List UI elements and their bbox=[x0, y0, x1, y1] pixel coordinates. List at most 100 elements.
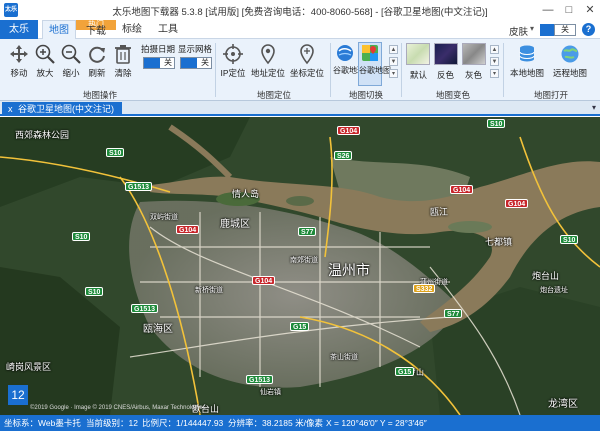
status-level: 当前级别：12 bbox=[86, 418, 138, 428]
road-shield: G104 bbox=[176, 225, 200, 234]
map-label: 温州市 bbox=[328, 262, 370, 278]
group-label-map-open: 地图打开 bbox=[533, 90, 568, 100]
maximize-button[interactable]: □ bbox=[561, 2, 577, 18]
coord-locate-button[interactable]: 坐标定位 bbox=[289, 43, 325, 79]
minimize-button[interactable]: — bbox=[540, 2, 556, 18]
zoom-in-button[interactable]: 放大 bbox=[32, 43, 58, 79]
map-label: 崎岗风景区 bbox=[6, 362, 52, 372]
road-shield: G1513 bbox=[246, 375, 274, 384]
shoot-date-label: 拍摄日期 bbox=[141, 44, 176, 54]
skin-toggle[interactable]: 关 bbox=[554, 24, 576, 36]
road-shield: S10 bbox=[72, 232, 91, 241]
road-shield: G104 bbox=[450, 185, 474, 194]
status-scale: 比例尺：1/144447.93 bbox=[142, 418, 224, 428]
map-label: 炮台山 bbox=[532, 271, 560, 281]
show-grid-toggle[interactable]: 关 bbox=[180, 57, 212, 69]
google-earth-button[interactable]: 谷歌地球 bbox=[333, 43, 365, 76]
shoot-date-state: 关 bbox=[164, 58, 172, 67]
move-icon bbox=[10, 45, 28, 63]
database-icon bbox=[519, 45, 535, 62]
tab-tools[interactable]: 工具 bbox=[152, 20, 184, 39]
map-label: 情人岛 bbox=[232, 189, 260, 199]
map-style-expand[interactable]: ▾ bbox=[490, 69, 499, 78]
group-label-map-style: 地图变色 bbox=[435, 90, 470, 100]
group-separator bbox=[215, 43, 216, 97]
google-map-button[interactable]: 谷歌地图 bbox=[358, 42, 391, 86]
road-shield: S332 bbox=[413, 284, 436, 293]
skin-dropdown-icon[interactable]: ▾ bbox=[530, 24, 534, 33]
ip-locate-button[interactable]: IP定位 bbox=[218, 43, 248, 79]
map-switch-expand[interactable]: ▾ bbox=[389, 69, 398, 78]
remote-map-label: 远程地图 bbox=[552, 68, 587, 78]
style-invert-label: 反色 bbox=[437, 70, 455, 80]
ribbon-tab-row: 太乐 地图 热门 下载 标绘 工具 皮肤 ▾ 关 ? bbox=[0, 20, 600, 40]
map-label: 新桥街道 bbox=[195, 287, 223, 294]
road-shield: G15 bbox=[290, 322, 310, 331]
road-shield: S77 bbox=[444, 309, 463, 318]
road-shield: S10 bbox=[85, 287, 104, 296]
toggle-knob bbox=[144, 58, 160, 68]
skin-color-swatch[interactable] bbox=[540, 24, 554, 36]
earth-icon bbox=[337, 45, 353, 61]
file-menu-tab[interactable]: 太乐 bbox=[0, 20, 38, 39]
local-map-label: 本地地图 bbox=[509, 68, 544, 78]
map-switch-scroll-up[interactable]: ▲ bbox=[389, 45, 398, 54]
address-locate-button[interactable]: 地址定位 bbox=[250, 43, 286, 79]
shoot-date-toggle[interactable]: 关 bbox=[143, 57, 175, 69]
map-label: 七都镇 bbox=[485, 237, 513, 247]
group-separator bbox=[401, 43, 402, 97]
group-label-map-ops: 地图操作 bbox=[82, 90, 117, 100]
refresh-icon bbox=[89, 46, 105, 63]
zoom-out-label: 缩小 bbox=[62, 68, 80, 78]
remote-map-button[interactable]: 远程地图 bbox=[550, 43, 590, 79]
pin-icon bbox=[261, 44, 275, 65]
zoom-in-label: 放大 bbox=[36, 68, 54, 78]
map-view[interactable]: 西郊森林公园 鹿城区 温州市 瓯海区 龙湾区 情人岛 瓯江 崎岗风景区 炮台山 … bbox=[0, 117, 600, 415]
doc-tab-google-satellite[interactable]: x 谷歌卫星地图(中文注记) bbox=[2, 102, 122, 116]
group-separator bbox=[503, 43, 504, 97]
pin-coord-icon bbox=[300, 44, 314, 65]
clear-button[interactable]: 清除 bbox=[110, 43, 136, 79]
show-grid-label: 显示网格 bbox=[178, 44, 213, 54]
close-button[interactable]: ✕ bbox=[582, 2, 598, 18]
google-maps-icon bbox=[362, 45, 378, 61]
google-map-label: 谷歌地图 bbox=[359, 66, 391, 75]
move-label: 移动 bbox=[10, 68, 28, 78]
zoom-out-button[interactable]: 缩小 bbox=[58, 43, 84, 79]
satellite-imagery bbox=[0, 117, 600, 415]
title-bar: 太乐 太乐地图下载器 5.3.8 [试用版] [免费咨询电话：400-8060-… bbox=[0, 0, 600, 20]
tab-map[interactable]: 地图 bbox=[42, 20, 76, 40]
zoom-out-icon bbox=[61, 44, 81, 64]
address-locate-label: 地址定位 bbox=[250, 68, 285, 78]
map-style-scroll-up[interactable]: ▲ bbox=[490, 45, 499, 54]
crosshair-icon bbox=[223, 44, 243, 64]
toggle-knob bbox=[181, 58, 197, 68]
tab-list-dropdown-icon[interactable]: ▾ bbox=[592, 103, 596, 112]
map-label: 炮台遗址 bbox=[540, 287, 568, 294]
map-label: 双屿街道 bbox=[150, 214, 178, 221]
globe-icon bbox=[561, 45, 579, 63]
close-tab-icon[interactable]: x bbox=[8, 102, 13, 116]
map-label: 南郊街道 bbox=[290, 257, 318, 264]
skin-label[interactable]: 皮肤 bbox=[509, 24, 528, 38]
help-icon[interactable]: ? bbox=[582, 23, 595, 36]
map-label: 瓯海区 bbox=[143, 324, 173, 335]
move-button[interactable]: 移动 bbox=[6, 43, 32, 79]
show-grid-state: 关 bbox=[201, 58, 209, 67]
coord-locate-label: 坐标定位 bbox=[289, 68, 324, 78]
road-shield: S10 bbox=[106, 148, 125, 157]
road-shield: G104 bbox=[505, 199, 529, 208]
clear-label: 清除 bbox=[114, 68, 132, 78]
style-gray-thumb[interactable] bbox=[462, 43, 486, 65]
zoom-in-icon bbox=[35, 44, 55, 64]
document-tab-bar: x 谷歌卫星地图(中文注记) ▾ bbox=[0, 101, 600, 116]
tab-download[interactable]: 下载 bbox=[78, 25, 114, 39]
tab-annotate[interactable]: 标绘 bbox=[116, 20, 148, 39]
style-default-thumb[interactable] bbox=[406, 43, 430, 65]
map-style-scroll-down[interactable]: ▼ bbox=[490, 57, 499, 66]
map-switch-scroll-down[interactable]: ▼ bbox=[389, 57, 398, 66]
local-map-button[interactable]: 本地地图 bbox=[507, 43, 547, 79]
group-separator bbox=[330, 43, 331, 97]
refresh-button[interactable]: 刷新 bbox=[84, 43, 110, 79]
style-invert-thumb[interactable] bbox=[434, 43, 458, 65]
